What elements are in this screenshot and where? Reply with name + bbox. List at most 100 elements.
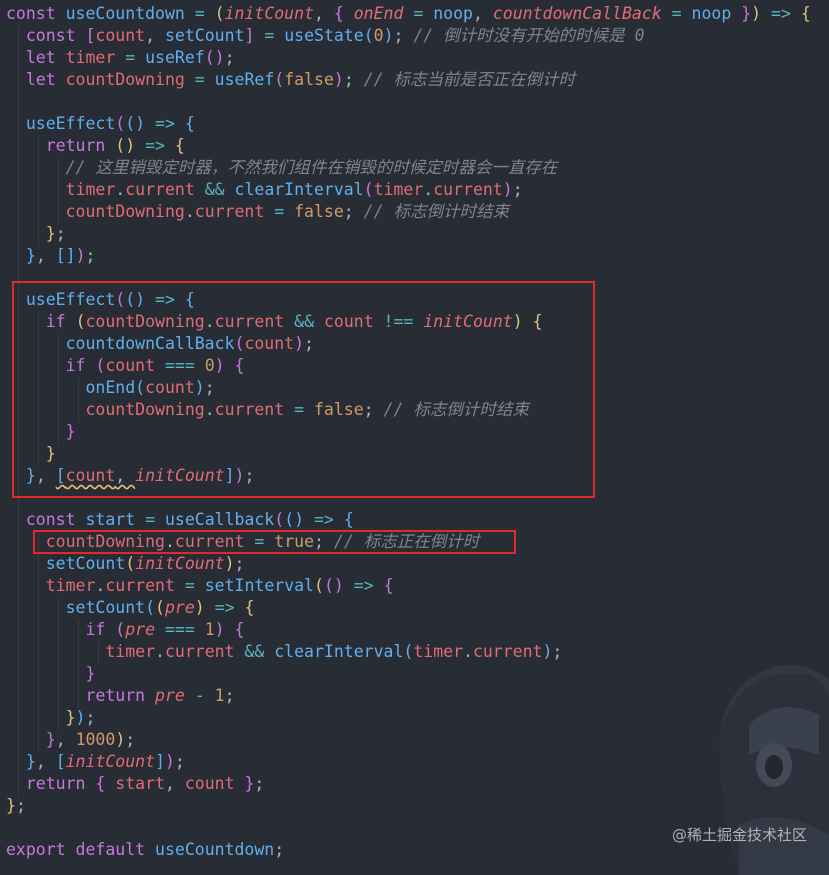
code-token: . [164,532,175,551]
code-token: ; [343,70,364,89]
code-token: = [174,576,205,595]
code-token: ( [125,554,136,573]
code-token: false [284,70,334,89]
code-line: setCount((pre) => { [6,597,255,619]
code-token: = [254,26,285,45]
code-token: ) [194,598,205,617]
code-token: [ [55,466,66,485]
code-token: { [532,312,543,331]
code-token: ( [214,4,225,23]
code-token: ; [224,48,235,67]
code-line: if (countDowning.current && count !== in… [6,311,543,333]
code-token: { [343,510,354,529]
code-token: = [284,400,314,419]
code-token: useRef [145,48,205,67]
code-token: , [313,4,334,23]
code-token: timer [65,180,116,199]
code-token: countDowning [45,532,165,551]
code-token: ; [85,708,96,727]
code-token: ) [333,70,344,89]
code-token: noop [433,4,473,23]
code-line: const useCountdown = (initCount, { onEnd… [6,3,811,25]
code-token: ( [75,312,86,331]
code-token: setInterval [204,576,314,595]
code-token: = [135,510,165,529]
code-token: ( [95,356,106,375]
code-token: noop [691,4,732,23]
code-token: // 标志正在倒计时 [333,532,480,551]
code-token: { [174,136,185,155]
code-token: ) [294,334,305,353]
code-token: ( [314,576,324,595]
code-token: ) [164,752,175,771]
code-token: ; [512,180,523,199]
code-token: ( [115,290,126,309]
code-token: ; [343,202,364,221]
code-token: ( [145,598,156,617]
code-token: ; [204,378,215,397]
code-token: current [214,312,285,331]
code-token: // 标志倒计时结束 [383,400,529,419]
code-token: ] [244,26,255,45]
code-token: } [65,422,76,441]
code-line: return { start, count }; [6,773,264,795]
code-token: ; [552,642,563,661]
code-token: . [155,642,165,661]
code-token: ) [502,180,513,199]
code-token: { [333,4,354,23]
code-token: { [184,290,195,309]
code-token: ( [403,642,414,661]
code-token: countDowning [65,202,185,221]
code-token: , [145,26,165,45]
code-line: } [6,443,56,465]
code-token: return [25,774,96,793]
code-token: ) [194,378,205,397]
code-token: . [463,642,473,661]
code-line: return () => { [6,135,185,157]
code-token: clearInterval [274,642,404,661]
code-token: 1 [214,686,225,705]
code-token: count [65,466,116,485]
code-token: current [125,180,195,199]
code-line: const start = useCallback(() => { [6,509,354,531]
code-line: timer.current && clearInterval(timer.cur… [6,641,562,663]
code-token: if [65,356,96,375]
code-token: , [35,246,56,265]
code-token: . [204,312,215,331]
code-token: } [45,730,56,749]
code-token: === [155,620,205,639]
code-token: , [55,730,76,749]
code-token: 0 [373,26,384,45]
code-token: } [234,774,255,793]
code-line: if (pre === 1) { [6,619,244,641]
code-token: = [184,70,215,89]
code-token: export [6,840,76,859]
code-token: } [6,796,16,815]
code-line: countDowning.current = true; // 标志正在倒计时 [6,531,479,553]
code-line: countdownCallBack(count); [6,333,314,355]
code-token: useCallback [164,510,275,529]
code-line: timer.current = setInterval(() => { [6,575,394,597]
code-token: ; [244,466,255,485]
code-token: count [184,774,235,793]
code-token: ( [234,334,245,353]
code-token: useEffect [25,290,116,309]
code-token: . [115,180,126,199]
code-token: ; [304,334,314,353]
code-token: () [284,510,305,529]
code-token: ( [363,26,374,45]
code-token: 1 [204,620,215,639]
code-token: ( [135,378,146,397]
code-token: ) [542,642,553,661]
code-token: ) [75,246,86,265]
code-token: ; [224,686,235,705]
code-token: () [125,290,146,309]
